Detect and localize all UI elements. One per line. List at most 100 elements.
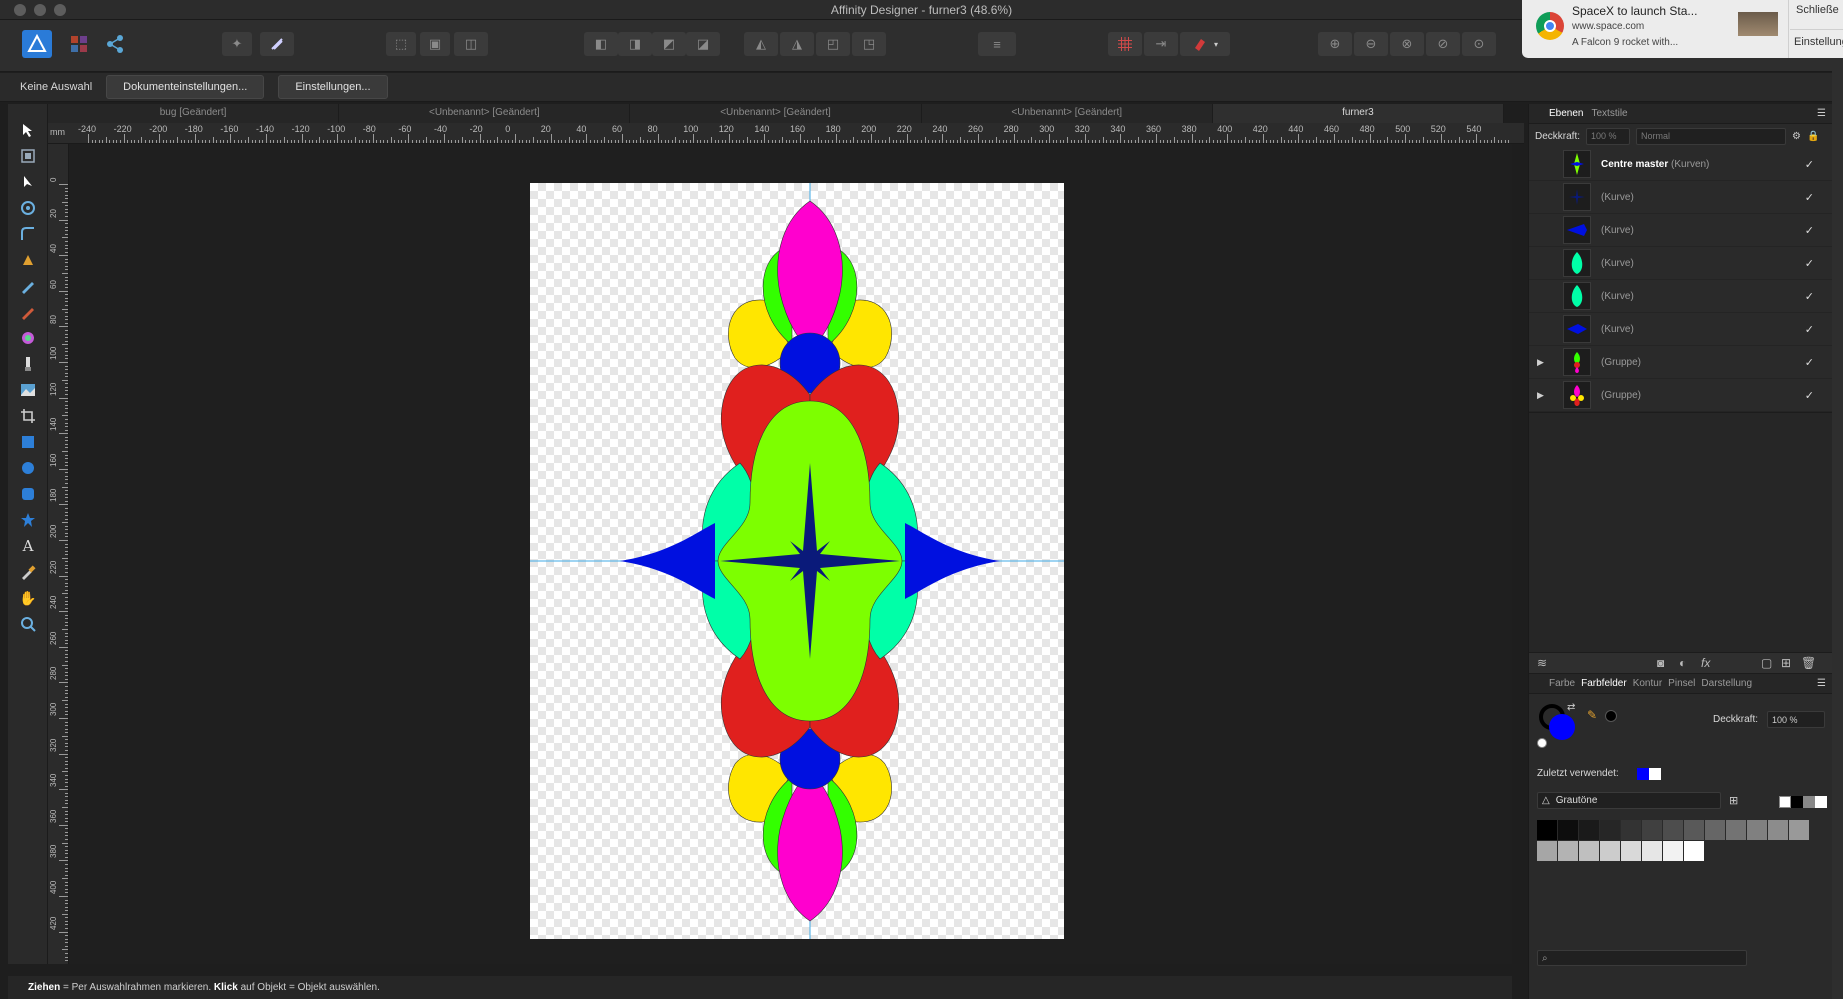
- hand-tool-icon[interactable]: ✋: [18, 588, 38, 608]
- ellipse-tool-icon[interactable]: [18, 458, 38, 478]
- export-persona-icon[interactable]: [100, 30, 130, 58]
- document-tab-active[interactable]: furner3: [1212, 104, 1505, 123]
- layer-row[interactable]: (Kurve) ✓: [1529, 247, 1832, 280]
- no-color-icon[interactable]: [1537, 738, 1547, 748]
- move-tool-icon[interactable]: [18, 120, 38, 140]
- color-swatch[interactable]: [1579, 820, 1599, 840]
- crop-tool-icon[interactable]: [18, 406, 38, 426]
- color-swatch[interactable]: [1663, 820, 1683, 840]
- zoom-tool-icon[interactable]: [18, 614, 38, 634]
- layer-visibility-checkbox[interactable]: ✓: [1805, 356, 1814, 369]
- fill-tool-icon[interactable]: [18, 328, 38, 348]
- move-forward-icon[interactable]: ◨: [618, 32, 652, 56]
- swatch-opacity-field[interactable]: 100 %: [1767, 711, 1825, 728]
- panel-menu-icon[interactable]: ☰: [1817, 678, 1826, 689]
- add-swatch-icon[interactable]: ⊞: [1729, 794, 1738, 807]
- color-swatch[interactable]: [1684, 820, 1704, 840]
- document-settings-button[interactable]: Dokumenteinstellungen...: [106, 75, 265, 99]
- mask-icon[interactable]: ◙: [1657, 656, 1664, 670]
- furner-design[interactable]: [530, 183, 1064, 939]
- text-tool-icon[interactable]: A: [18, 536, 38, 556]
- layer-visibility-checkbox[interactable]: ✓: [1805, 158, 1814, 171]
- rectangle-tool-icon[interactable]: [18, 432, 38, 452]
- tab-textstile[interactable]: Textstile: [1591, 108, 1627, 119]
- assistant-icon[interactable]: [260, 32, 294, 56]
- layer-visibility-checkbox[interactable]: ✓: [1805, 257, 1814, 270]
- document-tab[interactable]: <Unbenannt> [Geändert]: [630, 104, 922, 123]
- snapping-options-icon[interactable]: ✦: [222, 32, 252, 56]
- browser-notification[interactable]: SpaceX to launch Sta... www.space.com A …: [1522, 0, 1843, 58]
- zoom-window-button[interactable]: [54, 4, 66, 16]
- tab-kontur[interactable]: Kontur: [1633, 678, 1662, 689]
- tab-farbe[interactable]: Farbe: [1549, 678, 1575, 689]
- none-swatch[interactable]: [1779, 796, 1791, 808]
- layers-stack-icon[interactable]: ≋: [1537, 656, 1547, 670]
- blend-mode-select[interactable]: Normal: [1636, 127, 1787, 145]
- color-picker-tool-icon[interactable]: [18, 562, 38, 582]
- horizontal-ruler[interactable]: mm -240 -220 -200 -180 -160 -140 -120 -100 -80 -6…: [48, 123, 1524, 144]
- document-tab[interactable]: <Unbenannt> [Geändert]: [339, 104, 631, 123]
- palette-select[interactable]: △ Grautöne: [1537, 792, 1721, 809]
- color-swatch[interactable]: [1558, 820, 1578, 840]
- color-swatch[interactable]: [1768, 820, 1788, 840]
- close-window-button[interactable]: [14, 4, 26, 16]
- color-swatch[interactable]: [1558, 841, 1578, 861]
- snap-to-grid-icon[interactable]: ⇥: [1144, 32, 1178, 56]
- artboard[interactable]: [530, 183, 1064, 939]
- color-swatch[interactable]: [1705, 820, 1725, 840]
- gray-swatch[interactable]: [1803, 796, 1815, 808]
- pixel-persona-icon[interactable]: [64, 30, 94, 58]
- align-icon[interactable]: ≡: [978, 32, 1016, 56]
- color-swatch[interactable]: [1621, 820, 1641, 840]
- pen-tool-icon[interactable]: [18, 250, 38, 270]
- right-edge-scrollbar[interactable]: [1832, 58, 1843, 999]
- color-swatch[interactable]: [1747, 820, 1767, 840]
- transparency-tool-icon[interactable]: [18, 354, 38, 374]
- new-layer-icon[interactable]: ▢: [1761, 656, 1772, 670]
- point-transform-tool-icon[interactable]: [18, 198, 38, 218]
- color-swatch[interactable]: [1579, 841, 1599, 861]
- adjustment-icon[interactable]: ◐: [1679, 656, 1686, 670]
- document-tab[interactable]: <Unbenannt> [Geändert]: [922, 104, 1213, 123]
- color-swatch[interactable]: [1663, 841, 1683, 861]
- color-swatch[interactable]: [1642, 820, 1662, 840]
- layer-row[interactable]: (Kurve) ✓: [1529, 313, 1832, 346]
- move-to-front-icon[interactable]: ◩: [652, 32, 686, 56]
- xor-boolean-icon[interactable]: ⊘: [1426, 32, 1460, 56]
- fill-color-well[interactable]: [1549, 714, 1575, 740]
- expand-group-chevron-icon[interactable]: ▶: [1537, 357, 1544, 368]
- color-swatch[interactable]: [1684, 841, 1704, 861]
- color-swatch[interactable]: [1726, 820, 1746, 840]
- rotate-right-icon[interactable]: ◳: [852, 32, 886, 56]
- trash-icon[interactable]: 🗑: [1801, 656, 1816, 670]
- add-boolean-icon[interactable]: ⊕: [1318, 32, 1352, 56]
- color-swatch[interactable]: [1789, 820, 1809, 840]
- tab-pinsel[interactable]: Pinsel: [1668, 678, 1695, 689]
- flip-vertical-icon[interactable]: ◮: [780, 32, 814, 56]
- color-swatch[interactable]: [1537, 820, 1557, 840]
- brush-tool-icon[interactable]: [18, 302, 38, 322]
- layer-row[interactable]: ▶ (Gruppe) ✓: [1529, 379, 1832, 412]
- color-swatch[interactable]: [1600, 820, 1620, 840]
- layer-row[interactable]: (Kurve) ✓: [1529, 214, 1832, 247]
- layer-visibility-checkbox[interactable]: ✓: [1805, 290, 1814, 303]
- white-swatch[interactable]: [1815, 796, 1827, 808]
- current-color-dot[interactable]: [1605, 710, 1617, 722]
- flip-horizontal-icon[interactable]: ◭: [744, 32, 778, 56]
- eyedropper-icon[interactable]: ✎: [1587, 708, 1597, 722]
- move-back-icon[interactable]: ◧: [584, 32, 618, 56]
- designer-persona-icon[interactable]: [22, 30, 52, 58]
- intersect-boolean-icon[interactable]: ⊗: [1390, 32, 1424, 56]
- corner-tool-icon[interactable]: [18, 224, 38, 244]
- minimize-window-button[interactable]: [34, 4, 46, 16]
- divide-boolean-icon[interactable]: ⊙: [1462, 32, 1496, 56]
- document-tab[interactable]: bug [Geändert]: [48, 104, 340, 123]
- move-to-back-icon[interactable]: ◪: [686, 32, 720, 56]
- color-swatch[interactable]: [1642, 841, 1662, 861]
- layer-visibility-checkbox[interactable]: ✓: [1805, 224, 1814, 237]
- recent-color-swatch[interactable]: [1637, 768, 1649, 780]
- artboard-tool-icon[interactable]: [18, 146, 38, 166]
- layer-visibility-checkbox[interactable]: ✓: [1805, 323, 1814, 336]
- black-swatch[interactable]: [1791, 796, 1803, 808]
- layers-empty-area[interactable]: [1529, 412, 1832, 652]
